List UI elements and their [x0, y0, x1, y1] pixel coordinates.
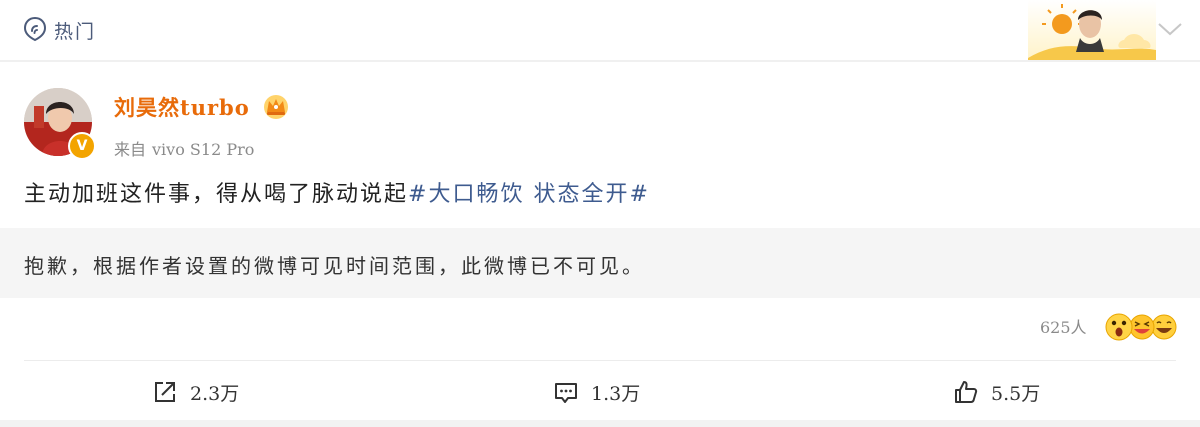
comment-icon	[555, 383, 577, 403]
post-text: 主动加班这件事，得从喝了脉动说起#大口畅饮 状态全开#	[24, 176, 650, 208]
location-pin-icon	[23, 16, 47, 42]
bottom-separator	[0, 420, 1200, 427]
divider	[24, 360, 1176, 361]
source-prefix: 来自	[114, 140, 147, 159]
retweet-notice: 抱歉，根据作者设置的微博可见时间范围，此微博已不可见。	[0, 228, 1200, 298]
notice-text: 抱歉，根据作者设置的微博可见时间范围，此微博已不可见。	[24, 254, 645, 278]
like-count: 5.5万	[991, 383, 1041, 405]
reaction-count[interactable]: 625人	[1040, 314, 1087, 338]
chevron-down-icon[interactable]	[1156, 18, 1184, 40]
share-icon	[155, 382, 175, 402]
reaction-emojis[interactable]	[1104, 312, 1180, 342]
grinning-emoji-icon	[1151, 314, 1177, 340]
divider	[0, 60, 1200, 62]
top-bar: 热门	[0, 0, 1200, 60]
section-label[interactable]: 热门	[54, 17, 96, 44]
author-name[interactable]: 刘昊然turbo	[114, 92, 250, 122]
comment-count: 1.3万	[591, 383, 641, 405]
verified-badge: V	[68, 132, 96, 160]
hashtag-link[interactable]: #大口畅饮 状态全开#	[408, 182, 650, 207]
thumbs-up-icon	[955, 381, 978, 403]
source-device[interactable]: vivo S12 Pro	[152, 140, 254, 159]
laughing-emoji-icon	[1129, 314, 1155, 340]
crown-icon	[264, 95, 288, 119]
post-source: 来自 vivo S12 Pro	[114, 136, 254, 160]
post-body: 主动加班这件事，得从喝了脉动说起	[24, 182, 409, 207]
share-count: 2.3万	[190, 383, 240, 405]
surprised-emoji-icon	[1105, 313, 1133, 341]
decorative-banner	[1028, 0, 1156, 60]
